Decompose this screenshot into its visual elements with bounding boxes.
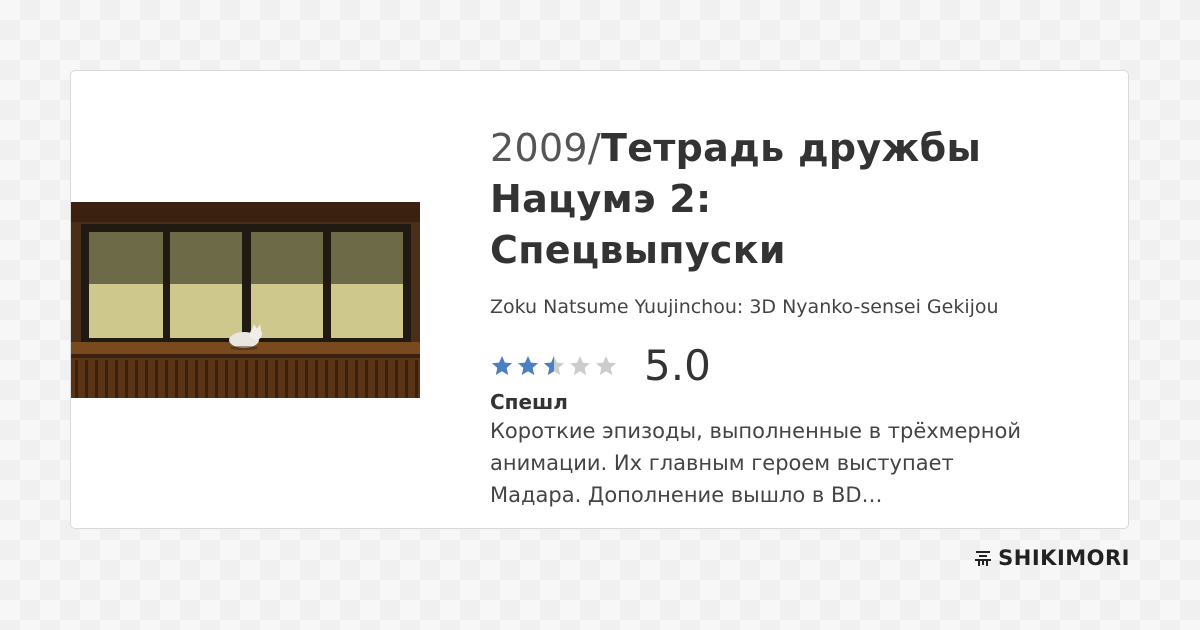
title-line-1: Тетрадь дружбы bbox=[601, 126, 982, 170]
title-line-2: Нацумэ 2: bbox=[490, 177, 712, 221]
star-icon bbox=[492, 356, 512, 375]
title-separator: / bbox=[587, 126, 602, 170]
brand-name: SHIKIMORI bbox=[998, 546, 1130, 570]
star-icon bbox=[570, 356, 590, 375]
poster-scene bbox=[71, 202, 420, 398]
title-year: 2009 bbox=[490, 126, 588, 170]
star-icon bbox=[544, 356, 564, 375]
rating-row: 5.0 bbox=[490, 340, 1090, 392]
title-line-3: Спецвыпуски bbox=[490, 228, 786, 272]
brand[interactable]: SHIKIMORI bbox=[974, 546, 1130, 570]
alternative-title: Zoku Natsume Yuujinchou: 3D Nyanko-sense… bbox=[490, 296, 999, 318]
anime-card[interactable]: 2009/Тетрадь дружбы Нацумэ 2: Спецвыпуски … bbox=[70, 70, 1129, 529]
star-icon bbox=[518, 356, 538, 375]
rating-stars bbox=[490, 354, 618, 378]
page-title[interactable]: 2009/Тетрадь дружбы Нацумэ 2: Спецвыпуски bbox=[490, 123, 1090, 276]
info-panel: 2009/Тетрадь дружбы Нацумэ 2: Спецвыпуски … bbox=[490, 123, 1090, 511]
poster-image[interactable] bbox=[71, 202, 420, 398]
star-icon bbox=[596, 356, 616, 375]
anime-kind: Спешл bbox=[490, 390, 568, 414]
rating-score: 5.0 bbox=[644, 341, 711, 390]
shikimori-logo-icon bbox=[975, 551, 992, 566]
description: Короткие эпизоды, выполненные в трёхмерн… bbox=[490, 419, 1021, 507]
